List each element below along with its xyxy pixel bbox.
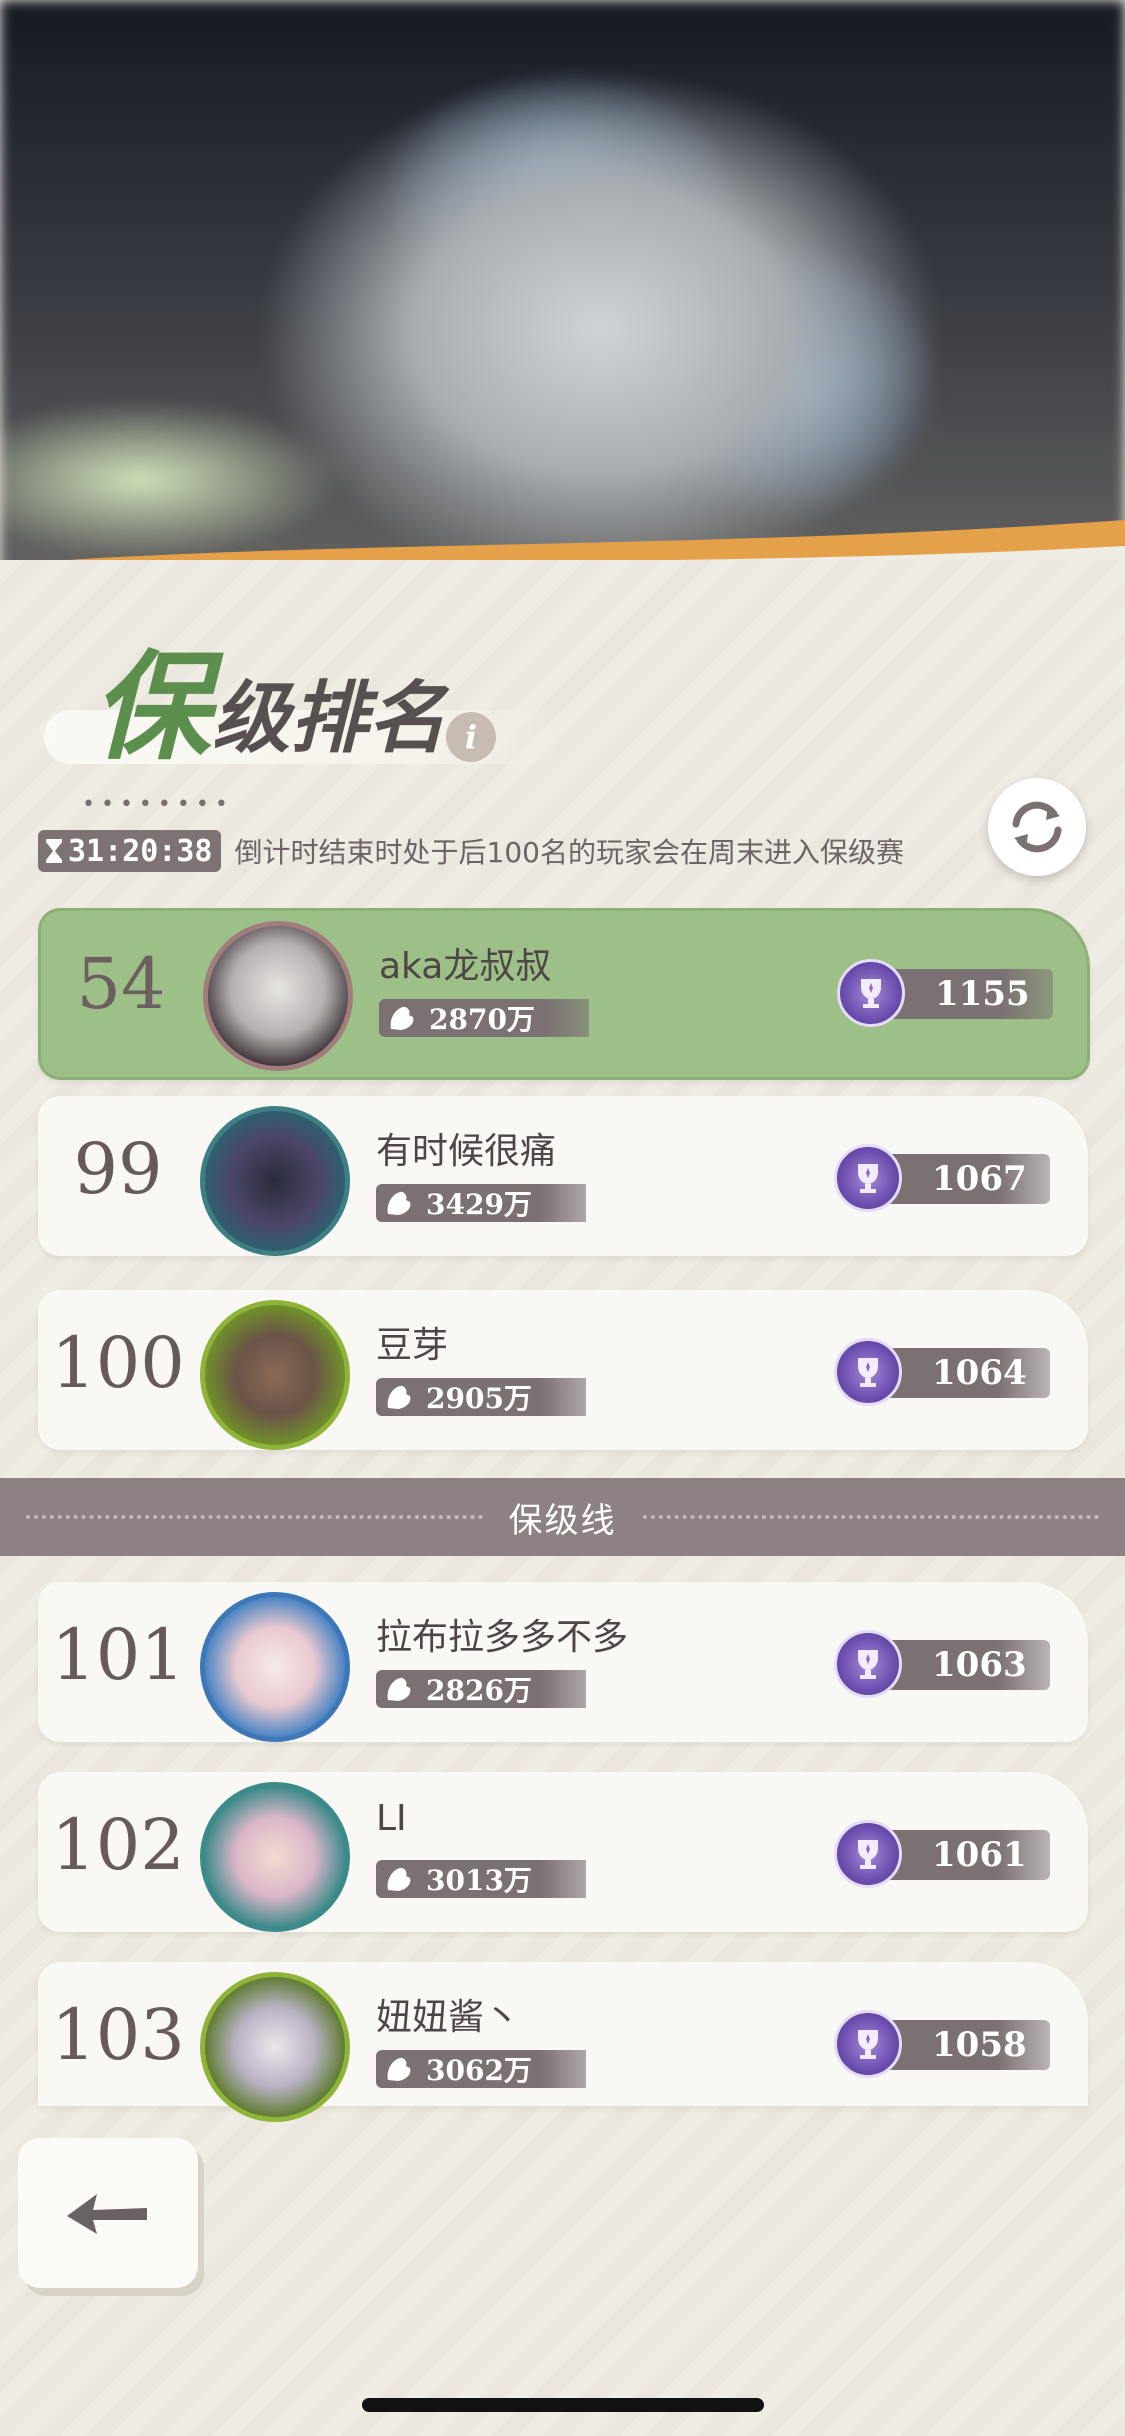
countdown-time: 31:20:38 (68, 833, 213, 869)
rank-number: 101 (51, 1614, 185, 1696)
trophy-icon (834, 1630, 902, 1698)
home-indicator (362, 2398, 764, 2412)
avatar (200, 1300, 350, 1450)
refresh-button[interactable] (988, 778, 1086, 876)
trophy-score: 1067 (834, 1144, 1054, 1214)
trophy-score: 1061 (834, 1820, 1054, 1890)
avatar (203, 921, 353, 1071)
rank-number: 103 (51, 1994, 185, 2076)
avatar (200, 1782, 350, 1932)
trophy-score: 1058 (834, 2010, 1054, 2080)
back-arrow-icon (67, 2194, 147, 2234)
fist-icon (387, 1867, 411, 1891)
fist-icon (390, 1006, 414, 1030)
player-name: 妞妞酱丶 (376, 1997, 521, 2038)
player-name: 有时候很痛 (376, 1131, 557, 1172)
power-value: 3429万 (426, 1188, 532, 1221)
countdown-note: 倒计时结束时处于后100名的玩家会在周末进入保级赛 (234, 836, 904, 869)
ranking-row[interactable]: 103 妞妞酱丶 3062万 1058 (38, 1962, 1088, 2122)
dotted-line-left (26, 1515, 483, 1519)
player-name: aka龙叔叔 (379, 946, 552, 987)
trophy-score: 1063 (834, 1630, 1054, 1700)
rank-number: 99 (73, 1128, 163, 1210)
power-badge: 3429万 (376, 1184, 586, 1222)
avatar (200, 1592, 350, 1742)
dotted-line-right (642, 1515, 1099, 1519)
ranking-row[interactable]: 101 拉布拉多多不多 2826万 1063 (38, 1582, 1088, 1742)
power-badge: 3062万 (376, 2050, 586, 2088)
fist-icon (387, 1677, 411, 1701)
fist-icon (387, 2057, 411, 2081)
power-badge: 3013万 (376, 1860, 586, 1898)
trophy-icon (834, 1338, 902, 1406)
title-first-char: 保 (92, 637, 211, 776)
trophy-score: 1064 (834, 1338, 1054, 1408)
power-value: 2905万 (426, 1382, 532, 1415)
trophy-icon (834, 2010, 902, 2078)
rank-number: 102 (51, 1804, 185, 1886)
power-badge: 2870万 (379, 999, 589, 1037)
trophy-icon (834, 1144, 902, 1212)
trophy-icon (837, 959, 905, 1027)
ranking-row[interactable]: 100 豆芽 2905万 1064 (38, 1290, 1088, 1450)
title-dots: •••••••• (82, 792, 234, 817)
ranking-row[interactable]: 99 有时候很痛 3429万 1067 (38, 1096, 1088, 1256)
player-name: 豆芽 (376, 1325, 449, 1366)
power-value: 2826万 (426, 1674, 532, 1707)
avatar (200, 1106, 350, 1256)
power-badge: 2905万 (376, 1378, 586, 1416)
rank-number: 54 (76, 943, 166, 1025)
power-value: 3062万 (426, 2054, 532, 2087)
trophy-score: 1155 (837, 959, 1057, 1029)
hourglass-icon (46, 839, 62, 863)
power-value: 3013万 (426, 1864, 532, 1897)
fist-icon (387, 1385, 411, 1409)
power-value: 2870万 (429, 1003, 535, 1036)
fist-icon (387, 1191, 411, 1215)
back-button[interactable] (18, 2138, 198, 2288)
title-rest: 级排名 (212, 673, 447, 764)
power-badge: 2826万 (376, 1670, 586, 1708)
avatar (200, 1972, 350, 2122)
player-name: 拉布拉多多不多 (376, 1617, 629, 1658)
refresh-icon (1012, 801, 1062, 853)
countdown-badge: 31:20:38 (38, 830, 221, 872)
player-name: LI (376, 1798, 407, 1839)
countdown-row: 31:20:38 倒计时结束时处于后100名的玩家会在周末进入保级赛 (38, 828, 904, 874)
relegation-line-label: 保级线 (508, 1500, 617, 1541)
trophy-icon (834, 1820, 902, 1888)
info-icon[interactable]: i (446, 712, 496, 762)
page-title: 保 级排名 i (44, 648, 584, 766)
rank-number: 100 (51, 1322, 185, 1404)
relegation-line: 保级线 (0, 1478, 1125, 1556)
ranking-row-self[interactable]: 54 aka龙叔叔 2870万 1155 (38, 908, 1090, 1080)
ranking-row[interactable]: 102 LI 3013万 1061 (38, 1772, 1088, 1932)
